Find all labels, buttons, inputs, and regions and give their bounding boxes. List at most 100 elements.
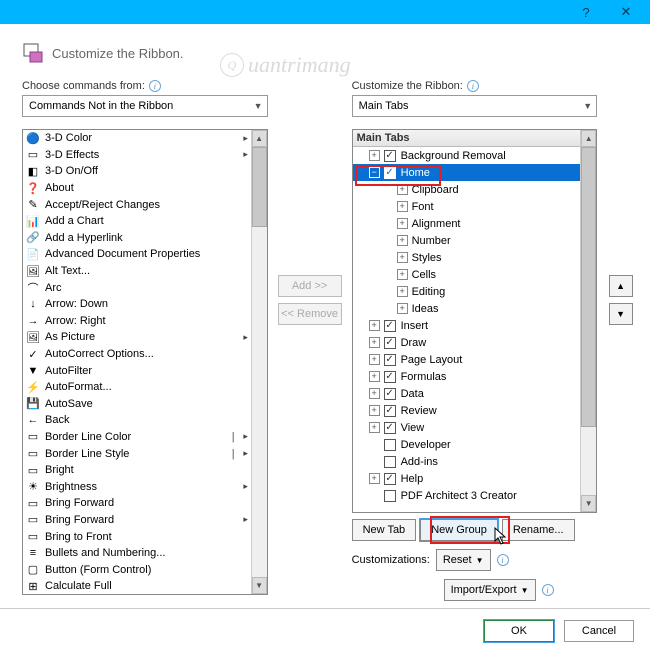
command-item[interactable]: ▭Border Line Color|▸ [23, 429, 251, 446]
tree-item[interactable]: +✓Data [353, 385, 581, 402]
command-item[interactable]: ←Back [23, 412, 251, 429]
tree-item[interactable]: PDF Architect 3 Creator [353, 487, 581, 504]
expander-icon[interactable]: + [369, 388, 380, 399]
expander-icon[interactable]: + [397, 252, 408, 263]
command-item[interactable]: 🖼As Picture▸ [23, 329, 251, 346]
expander-icon[interactable]: + [397, 303, 408, 314]
command-item[interactable]: ✓AutoCorrect Options... [23, 346, 251, 363]
new-group-button[interactable]: New Group [420, 519, 498, 541]
scrollbar[interactable]: ▲ ▼ [251, 130, 267, 594]
checkbox[interactable]: ✓ [384, 354, 396, 366]
command-item[interactable]: ▭3-D Effects▸ [23, 147, 251, 164]
checkbox[interactable]: ✓ [384, 320, 396, 332]
checkbox[interactable] [384, 456, 396, 468]
command-item[interactable]: ▭Bright [23, 462, 251, 479]
tree-item[interactable]: −✓Home [353, 164, 581, 181]
info-icon[interactable]: i [467, 80, 479, 92]
tree-item[interactable]: +Cells [353, 266, 581, 283]
scroll-up-icon[interactable]: ▲ [581, 130, 596, 147]
scroll-thumb[interactable] [252, 147, 267, 227]
ribbon-tree[interactable]: Main Tabs +✓Background Removal−✓Home+Cli… [352, 129, 598, 513]
cancel-button[interactable]: Cancel [564, 620, 634, 642]
checkbox[interactable]: ✓ [384, 422, 396, 434]
expander-icon[interactable]: + [369, 337, 380, 348]
tree-item[interactable]: +Ideas [353, 300, 581, 317]
tree-item[interactable]: +✓Page Layout [353, 351, 581, 368]
expander-icon[interactable]: + [369, 405, 380, 416]
import-export-button[interactable]: Import/Export▼ [444, 579, 536, 601]
command-item[interactable]: ≡Bullets and Numbering... [23, 545, 251, 562]
tree-item[interactable]: Developer [353, 436, 581, 453]
command-item[interactable]: 📊Add a Chart [23, 213, 251, 230]
command-item[interactable]: ☀Brightness▸ [23, 478, 251, 495]
info-icon[interactable]: i [542, 584, 554, 596]
checkbox[interactable]: ✓ [384, 167, 396, 179]
command-item[interactable]: ▭Bring Forward▸ [23, 512, 251, 529]
expander-icon[interactable]: + [397, 235, 408, 246]
checkbox[interactable]: ✓ [384, 405, 396, 417]
expander-icon[interactable]: + [397, 286, 408, 297]
command-item[interactable]: ✎Accept/Reject Changes [23, 196, 251, 213]
command-item[interactable]: ⊞Calculate Full [23, 578, 251, 594]
command-item[interactable]: →Arrow: Right [23, 313, 251, 330]
expander-icon[interactable]: + [369, 371, 380, 382]
reset-button[interactable]: Reset▼ [436, 549, 491, 571]
scroll-thumb[interactable] [581, 147, 596, 427]
tree-item[interactable]: +✓Help [353, 470, 581, 487]
tree-item[interactable]: +✓Background Removal [353, 147, 581, 164]
move-up-button[interactable]: ▲ [609, 275, 633, 297]
checkbox[interactable]: ✓ [384, 150, 396, 162]
commands-combo[interactable]: Commands Not in the Ribbon ▼ [22, 95, 268, 117]
scroll-up-icon[interactable]: ▲ [252, 130, 267, 147]
move-down-button[interactable]: ▼ [609, 303, 633, 325]
commands-listbox[interactable]: 🔵3-D Color▸▭3-D Effects▸◧3-D On/Off❓Abou… [22, 129, 268, 595]
expander-icon[interactable]: + [397, 269, 408, 280]
checkbox[interactable]: ✓ [384, 371, 396, 383]
command-item[interactable]: ❓About [23, 180, 251, 197]
command-item[interactable]: ▭Border Line Style|▸ [23, 445, 251, 462]
scrollbar[interactable]: ▲ ▼ [580, 130, 596, 512]
expander-icon[interactable]: − [369, 167, 380, 178]
expander-icon[interactable]: + [369, 354, 380, 365]
expander-icon[interactable]: + [369, 422, 380, 433]
tree-item[interactable]: +✓Insert [353, 317, 581, 334]
expander-icon[interactable]: + [369, 320, 380, 331]
tree-item[interactable]: +Styles [353, 249, 581, 266]
ribbon-combo[interactable]: Main Tabs ▼ [352, 95, 598, 117]
expander-icon[interactable]: + [397, 218, 408, 229]
expander-icon[interactable]: + [397, 201, 408, 212]
close-button[interactable]: ✕ [606, 0, 646, 24]
tree-item[interactable]: +Alignment [353, 215, 581, 232]
rename-button[interactable]: Rename... [502, 519, 575, 541]
info-icon[interactable]: i [149, 80, 161, 92]
checkbox[interactable] [384, 490, 396, 502]
info-icon[interactable]: i [497, 554, 509, 566]
tree-item[interactable]: +✓Draw [353, 334, 581, 351]
expander-icon[interactable]: + [369, 150, 380, 161]
checkbox[interactable]: ✓ [384, 473, 396, 485]
tree-item[interactable]: +✓View [353, 419, 581, 436]
command-item[interactable]: ⚡AutoFormat... [23, 379, 251, 396]
command-item[interactable]: ⌒Arc [23, 279, 251, 296]
tree-item[interactable]: +Number [353, 232, 581, 249]
expander-icon[interactable]: + [369, 473, 380, 484]
help-button[interactable]: ? [566, 0, 606, 24]
command-item[interactable]: 📄Advanced Document Properties [23, 246, 251, 263]
checkbox[interactable]: ✓ [384, 388, 396, 400]
scroll-down-icon[interactable]: ▼ [581, 495, 596, 512]
tree-item[interactable]: +✓Review [353, 402, 581, 419]
tree-item[interactable]: +Font [353, 198, 581, 215]
checkbox[interactable] [384, 439, 396, 451]
command-item[interactable]: 🖼Alt Text... [23, 263, 251, 280]
tree-item[interactable]: +✓Formulas [353, 368, 581, 385]
command-item[interactable]: 🔗Add a Hyperlink [23, 230, 251, 247]
command-item[interactable]: ▭Bring to Front [23, 528, 251, 545]
command-item[interactable]: 🔵3-D Color▸ [23, 130, 251, 147]
scroll-down-icon[interactable]: ▼ [252, 577, 267, 594]
checkbox[interactable]: ✓ [384, 337, 396, 349]
tree-item[interactable]: +Editing [353, 283, 581, 300]
ok-button[interactable]: OK [484, 620, 554, 642]
command-item[interactable]: 💾AutoSave [23, 396, 251, 413]
command-item[interactable]: ↓Arrow: Down [23, 296, 251, 313]
command-item[interactable]: ▢Button (Form Control) [23, 561, 251, 578]
